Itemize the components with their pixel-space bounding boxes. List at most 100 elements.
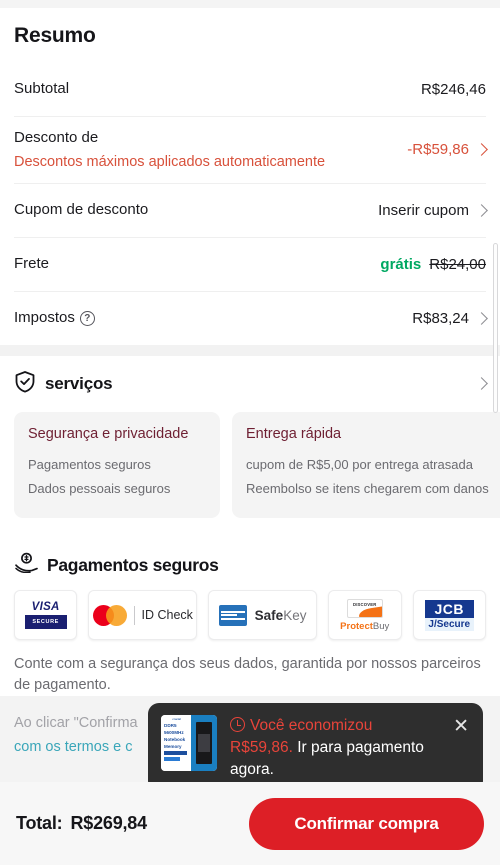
- secure-payments-section: Pagamentos seguros VISA SECURE ID Check: [0, 534, 500, 697]
- payment-badges-row: VISA SECURE ID Check SafeKey DISCOVER Pr…: [14, 590, 487, 641]
- summary-row-subtotal: Subtotal R$246,46: [14, 62, 486, 116]
- protectbuy-label-light: Buy: [372, 620, 390, 632]
- product-label-bar: [164, 751, 188, 756]
- service-card-line: Pagamentos seguros: [28, 456, 151, 472]
- shipping-original-price: R$24,00: [429, 255, 486, 273]
- total-block: Total: R$269,84: [16, 813, 147, 834]
- summary-row-shipping: Frete grátis R$24,00: [14, 236, 486, 291]
- chevron-right-icon: [475, 143, 488, 157]
- toast-highlight-1: Você economizou: [250, 717, 373, 734]
- id-check-label: ID Check: [141, 608, 193, 623]
- vertical-scrollbar[interactable]: [493, 243, 498, 413]
- jsecure-label: J/Secure: [424, 617, 475, 631]
- product-spec-line: 5600MHz: [164, 730, 184, 736]
- safekey-label-bold: Safe: [254, 607, 284, 623]
- jcb-jsecure-badge: JCB J/Secure: [412, 590, 487, 641]
- amex-card-icon: [218, 604, 247, 626]
- savings-toast[interactable]: crucial DDR5 5600MHz Notebook Memory Voc…: [148, 703, 483, 801]
- shield-check-icon: [14, 370, 36, 398]
- shipping-free-label: grátis: [380, 255, 422, 273]
- secure-payments-note: Conte com a segurança dos seus dados, ga…: [14, 656, 481, 694]
- services-header[interactable]: serviços: [0, 370, 500, 412]
- services-title: serviços: [45, 373, 113, 393]
- discount-value: -R$59,86: [407, 141, 469, 159]
- order-summary-card: Resumo Subtotal R$246,46 Desconto de Des…: [0, 8, 500, 345]
- coupon-value-group[interactable]: Inserir cupom: [378, 202, 488, 219]
- subtotal-value: R$246,46: [420, 80, 486, 98]
- total-label: Total:: [16, 813, 63, 833]
- summary-row-discount[interactable]: Desconto de Descontos máximos aplicados …: [14, 116, 488, 183]
- shipping-value-group: grátis R$24,00: [380, 256, 486, 273]
- clock-icon: [230, 717, 245, 732]
- service-card-title: Segurança e privacidade: [28, 425, 189, 442]
- confirm-purchase-button[interactable]: Confirmar compra: [249, 797, 484, 850]
- discover-card-icon: DISCOVER: [346, 598, 383, 618]
- total-value: R$269,84: [70, 813, 147, 833]
- product-image-right: [191, 715, 217, 771]
- safekey-label: SafeKey: [255, 608, 307, 623]
- visa-secure-tag: SECURE: [24, 615, 67, 630]
- mastercard-id-check-badge: ID Check: [88, 590, 198, 641]
- chevron-right-icon: [475, 311, 488, 325]
- services-header-left: serviços: [14, 370, 113, 398]
- mastercard-logo-icon: [92, 604, 127, 626]
- checkout-summary-screen: Resumo Subtotal R$246,46 Desconto de Des…: [0, 0, 500, 865]
- service-card-line: Reembolso se itens chegarem com danos: [246, 481, 489, 497]
- safekey-label-light: Key: [283, 607, 307, 623]
- toast-message: Você economizou R$59,86. Ir para pagamen…: [230, 715, 439, 781]
- discover-swoosh: [357, 605, 382, 617]
- taxes-label: Impostos: [14, 309, 75, 327]
- discount-value-group[interactable]: -R$59,86: [407, 141, 488, 159]
- toast-body: Você economizou R$59,86. Ir para pagamen…: [230, 714, 439, 781]
- service-card-title: Entrega rápida: [246, 425, 342, 442]
- visa-logo-text: VISA: [31, 601, 60, 614]
- secure-payments-header: Pagamentos seguros: [14, 552, 486, 578]
- info-icon[interactable]: ?: [79, 310, 95, 326]
- product-spec-line: Memory: [164, 744, 182, 750]
- toast-highlight-2: R$59,86.: [230, 739, 293, 756]
- chevron-right-icon: [475, 203, 488, 217]
- product-brand-text: crucial: [172, 718, 181, 721]
- service-card-privacy[interactable]: Segurança e privacidade Pagamentos segur…: [14, 411, 220, 519]
- section-divider: [0, 344, 500, 356]
- divider: [133, 605, 135, 625]
- service-card-line: Dados pessoais seguros: [28, 481, 171, 497]
- discover-protectbuy-badge: DISCOVER ProtectBuy: [327, 590, 402, 641]
- service-card-line: cupom de R$5,00 por entrega atrasada: [246, 456, 473, 472]
- product-spec-line: DDR5: [164, 723, 177, 728]
- service-card-fast-delivery[interactable]: Entrega rápida cupom de R$5,00 por entre…: [232, 411, 500, 519]
- chevron-right-icon[interactable]: [475, 377, 488, 391]
- discount-sublabel: Descontos máximos aplicados automaticame…: [14, 153, 326, 170]
- summary-row-taxes[interactable]: Impostos ? R$83,24: [14, 290, 488, 345]
- visa-secure-badge: VISA SECURE: [14, 590, 78, 641]
- coupon-label: Cupom de desconto: [14, 201, 149, 219]
- terms-link[interactable]: com os termos e c: [14, 739, 132, 755]
- amex-safekey-badge: SafeKey: [208, 590, 317, 641]
- insert-coupon-link[interactable]: Inserir cupom: [378, 202, 469, 219]
- taxes-label-block: Impostos ?: [14, 307, 95, 329]
- protectbuy-label: ProtectBuy: [340, 621, 389, 632]
- top-strip: [0, 0, 500, 8]
- secure-payments-title: Pagamentos seguros: [47, 554, 219, 575]
- subtotal-label: Subtotal: [14, 80, 70, 98]
- product-thumbnail: crucial DDR5 5600MHz Notebook Memory: [160, 714, 218, 772]
- product-label-bar: [164, 756, 180, 761]
- protectbuy-label-bold: Protect: [340, 620, 373, 632]
- checkout-footer: Total: R$269,84 Confirmar compra: [0, 782, 500, 865]
- terms-line-1: Ao clicar "Confirma: [14, 715, 138, 732]
- services-section: serviços Segurança e privacidade Pagamen…: [0, 355, 500, 535]
- product-spec-line: Notebook: [164, 737, 186, 743]
- discount-label: Desconto de: [14, 129, 99, 146]
- discount-label-block: Desconto de Descontos máximos aplicados …: [14, 127, 325, 173]
- hand-coin-icon: [14, 552, 39, 578]
- taxes-value-group[interactable]: R$83,24: [412, 309, 488, 327]
- page-title: Resumo: [14, 24, 96, 47]
- services-carousel[interactable]: Segurança e privacidade Pagamentos segur…: [0, 411, 500, 519]
- summary-row-coupon[interactable]: Cupom de desconto Inserir cupom: [14, 182, 488, 237]
- shipping-label: Frete: [14, 255, 50, 273]
- discover-logo-text: DISCOVER: [352, 601, 377, 607]
- close-icon[interactable]: ✕: [451, 714, 471, 736]
- jcb-logo-text: JCB: [424, 599, 475, 618]
- taxes-value: R$83,24: [412, 309, 469, 327]
- ram-stick-graphic: [195, 721, 213, 765]
